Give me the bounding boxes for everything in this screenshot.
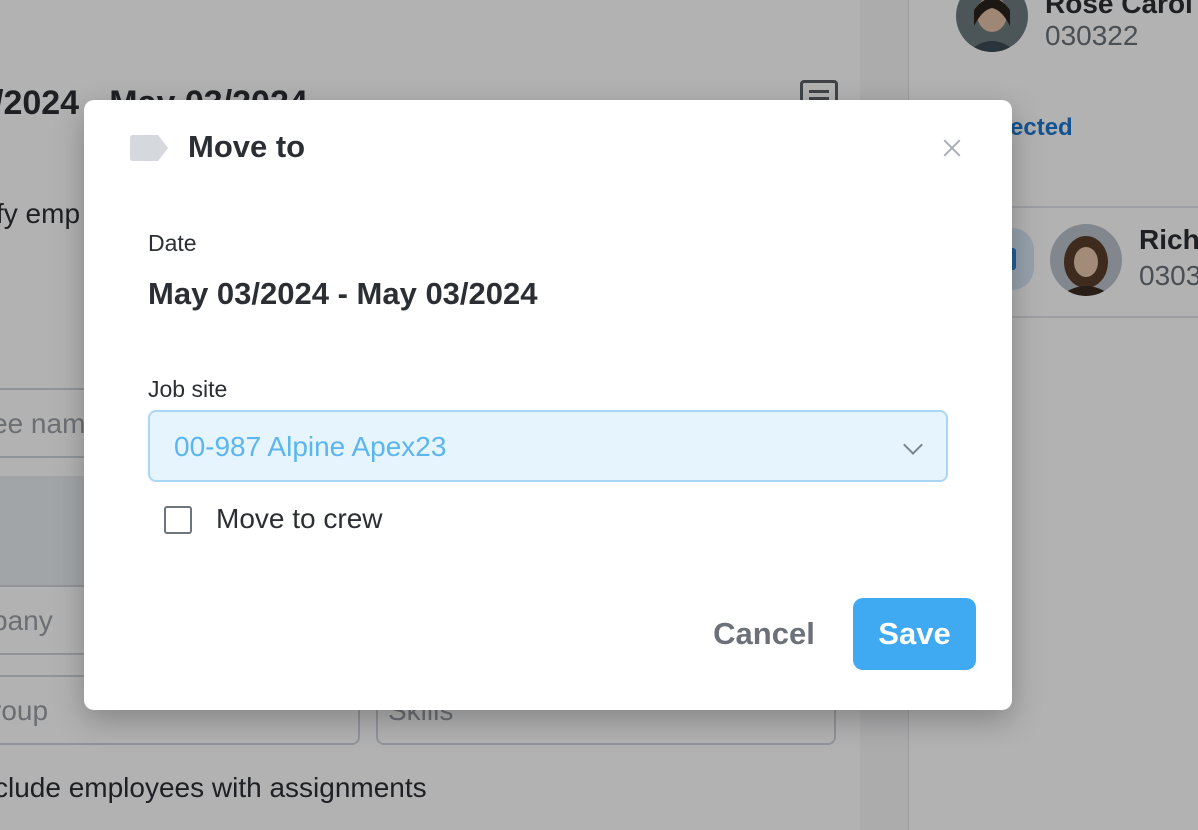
tag-icon <box>130 135 168 161</box>
dialog-title: Move to <box>188 129 306 164</box>
job-site-value: 00-987 Alpine Apex23 <box>174 431 447 462</box>
chevron-down-icon <box>903 435 923 455</box>
move-to-crew-label[interactable]: Move to crew <box>216 503 383 535</box>
cancel-button[interactable]: Cancel <box>704 598 824 670</box>
date-value: May 03/2024 - May 03/2024 <box>148 276 538 311</box>
move-to-dialog: Move to Date May 03/2024 - May 03/2024 J… <box>84 100 1012 710</box>
job-site-select[interactable]: 00-987 Alpine Apex23 <box>148 410 948 482</box>
save-button[interactable]: Save <box>853 598 976 670</box>
job-site-label: Job site <box>148 376 228 402</box>
date-label: Date <box>148 230 197 256</box>
move-to-crew-checkbox[interactable] <box>164 506 192 534</box>
close-icon[interactable] <box>938 134 966 162</box>
